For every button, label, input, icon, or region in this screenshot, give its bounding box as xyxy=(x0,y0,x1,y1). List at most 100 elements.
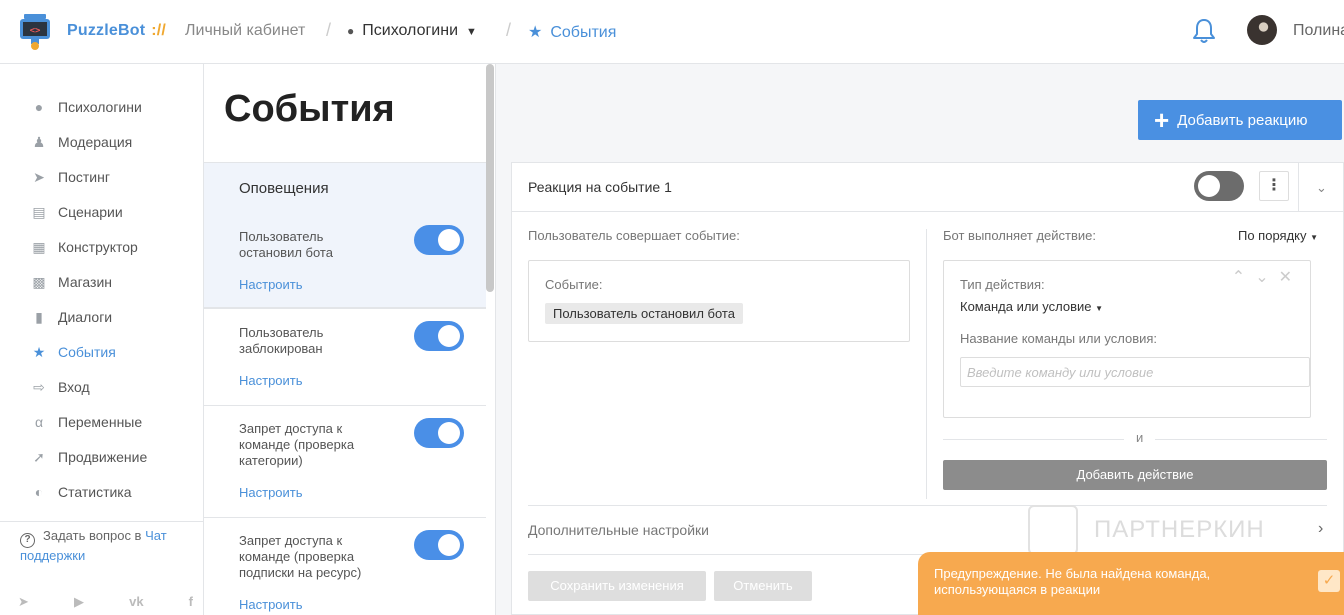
command-name-label: Название команды или условия: xyxy=(960,331,1158,346)
bot-action-label: Бот выполняет действие: xyxy=(943,228,1096,243)
action-controls: ⌃⌄✕ xyxy=(1232,267,1302,287)
breadcrumb-separator: / xyxy=(326,20,332,40)
scenario-icon: ▤ xyxy=(32,203,46,220)
event-toggle[interactable] xyxy=(414,418,464,448)
sidebar-item-label: Переменные xyxy=(58,414,143,430)
breadcrumb-events[interactable]: ★ События xyxy=(528,22,616,42)
puzzlebot-logo-icon[interactable]: <> xyxy=(20,14,50,50)
reaction-title: Реакция на событие 1 xyxy=(528,179,672,195)
breadcrumb-cabinet[interactable]: Личный кабинет xyxy=(185,22,305,40)
action-type-value: Команда или условие xyxy=(960,299,1092,314)
cancel-button[interactable]: Отменить xyxy=(714,571,812,601)
close-icon[interactable]: ✕ xyxy=(1279,269,1302,286)
sidebar-item-label: Статистика xyxy=(58,484,132,500)
brand-name[interactable]: PuzzleBot:// xyxy=(67,22,166,40)
event-toggle[interactable] xyxy=(414,321,464,351)
chevron-right-icon[interactable]: › xyxy=(1318,520,1323,538)
sidebar-item-label: Сценарии xyxy=(58,204,123,220)
event-item-label: Пользователь остановил бота xyxy=(239,229,333,260)
caret-down-icon: ▼ xyxy=(1310,233,1319,242)
command-input[interactable] xyxy=(960,357,1310,387)
login-icon: ⇨ xyxy=(33,378,45,395)
sidebar-item-label: Диалоги xyxy=(58,309,113,325)
extra-settings-toggle[interactable]: Дополнительные настройки xyxy=(528,522,709,538)
send-icon: ➤ xyxy=(33,168,45,185)
social-links: ➤ ▶ vk f xyxy=(18,594,193,610)
user-event-label: Пользователь совершает событие: xyxy=(528,228,740,243)
event-item-label: Пользователь заблокирован xyxy=(239,325,324,356)
chevron-down-icon[interactable]: ⌄ xyxy=(1255,269,1278,286)
sidebar-item-constructor[interactable]: ▦ Конструктор xyxy=(30,235,138,259)
pie-chart-icon: ◐ xyxy=(34,484,44,500)
add-action-button[interactable]: Добавить действие xyxy=(943,460,1327,490)
top-bar: <> PuzzleBot:// Личный кабинет / ● Психол… xyxy=(0,0,1344,64)
event-setup-link[interactable]: Настроить xyxy=(239,597,303,612)
event-item-divider xyxy=(204,308,486,309)
events-scrollbar[interactable] xyxy=(486,64,494,292)
users-icon: ♟ xyxy=(32,133,46,150)
event-item-divider xyxy=(204,405,486,406)
reaction-toggle[interactable] xyxy=(1194,171,1244,201)
star-icon: ★ xyxy=(528,24,543,41)
breadcrumb-project[interactable]: ● Психологини ▼ xyxy=(347,22,477,40)
event-item-divider xyxy=(204,517,486,518)
sidebar-divider xyxy=(0,521,204,522)
sidebar-item-login[interactable]: ⇨ Вход xyxy=(30,375,90,399)
help-text: Задать вопрос в xyxy=(43,528,142,543)
event-toggle[interactable] xyxy=(414,225,464,255)
action-type-label: Тип действия: xyxy=(960,277,1045,292)
event-setup-link[interactable]: Настроить xyxy=(239,277,303,292)
username[interactable]: Полина xyxy=(1293,22,1344,40)
sidebar-item-promotion[interactable]: ➚ Продвижение xyxy=(30,445,147,469)
cake-icon: ● xyxy=(347,24,355,38)
sidebar-item-variables[interactable]: α Переменные xyxy=(30,410,142,434)
event-toggle[interactable] xyxy=(414,530,464,560)
svg-text:<>: <> xyxy=(30,26,41,36)
caret-down-icon: ▼ xyxy=(466,26,477,38)
chat-icon: ▮ xyxy=(35,308,43,325)
watermark-text: ПАРТНЕРКИН xyxy=(1094,516,1265,543)
sidebar-item-events[interactable]: ★ События xyxy=(30,340,116,364)
more-options-icon[interactable]: ⋮ xyxy=(1259,171,1289,201)
sidebar-item-label: События xyxy=(58,344,116,360)
check-icon[interactable]: ✓ xyxy=(1318,570,1340,592)
page-label: События xyxy=(550,24,617,41)
plus-icon: + xyxy=(1154,105,1170,135)
chevron-up-icon[interactable]: ⌃ xyxy=(1232,269,1255,286)
order-select-value: По порядку xyxy=(1238,228,1307,243)
youtube-icon[interactable]: ▶ xyxy=(74,594,84,610)
warning-toast[interactable]: Предупреждение. Не была найдена команда,… xyxy=(918,552,1344,615)
save-button[interactable]: Сохранить изменения xyxy=(528,571,706,601)
sidebar-item-label: Продвижение xyxy=(58,449,148,465)
sidebar-item-label: Магазин xyxy=(58,274,113,290)
event-label: Событие: xyxy=(545,277,603,292)
sidebar-item-label: Постинг xyxy=(58,169,110,185)
sidebar-item-project[interactable]: ● Психологини xyxy=(30,95,142,119)
add-reaction-label: Добавить реакцию xyxy=(1177,111,1308,129)
sidebar-item-posting[interactable]: ➤ Постинг xyxy=(30,165,110,189)
sidebar-item-label: Конструктор xyxy=(58,239,138,255)
event-tag[interactable]: Пользователь остановил бота xyxy=(545,303,743,324)
facebook-icon[interactable]: f xyxy=(189,594,193,610)
sidebar-item-shop[interactable]: ▩ Магазин xyxy=(30,270,112,294)
bell-icon[interactable] xyxy=(1192,18,1216,44)
event-setup-link[interactable]: Настроить xyxy=(239,485,303,500)
event-setup-link[interactable]: Настроить xyxy=(239,373,303,388)
event-box: Событие: Пользователь остановил бота xyxy=(528,260,910,342)
and-label: и xyxy=(1124,430,1156,445)
toast-text: Предупреждение. Не была найдена команда,… xyxy=(934,566,1211,597)
vk-icon[interactable]: vk xyxy=(129,594,143,610)
telegram-icon[interactable]: ➤ xyxy=(18,594,29,610)
page-title: События xyxy=(224,88,395,130)
sidebar-item-statistics[interactable]: ◐ Статистика xyxy=(30,480,132,504)
brand-separator: :// xyxy=(151,22,167,39)
collapse-chevron-icon[interactable]: ⌄ xyxy=(1298,163,1344,212)
action-type-select[interactable]: Команда или условие ▼ xyxy=(960,299,1103,314)
order-select[interactable]: По порядку ▼ xyxy=(1238,228,1318,243)
add-reaction-button[interactable]: + Добавить реакцию xyxy=(1138,100,1342,140)
events-panel: События Оповещения Пользователь останови… xyxy=(204,64,496,615)
avatar[interactable] xyxy=(1247,15,1277,45)
sidebar-item-scenarios[interactable]: ▤ Сценарии xyxy=(30,200,123,224)
sidebar-item-moderation[interactable]: ♟ Модерация xyxy=(30,130,133,154)
sidebar-item-dialogs[interactable]: ▮ Диалоги xyxy=(30,305,112,329)
